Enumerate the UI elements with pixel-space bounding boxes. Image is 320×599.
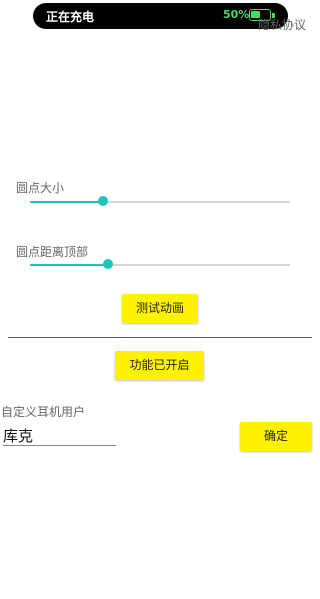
status-bar: 正在充电 50% — [33, 3, 288, 29]
custom-user-input[interactable] — [3, 425, 116, 446]
slider-fill — [30, 201, 103, 203]
charging-status-text: 正在充电 — [46, 10, 95, 24]
dot-size-label: 圆点大小 — [16, 181, 65, 195]
slider-thumb[interactable] — [103, 259, 113, 269]
confirm-button[interactable]: 确定 — [240, 422, 312, 451]
divider — [8, 337, 312, 338]
privacy-link[interactable]: 隐私协议 — [258, 16, 306, 33]
custom-user-label: 自定义耳机用户 — [1, 405, 86, 419]
test-animation-button[interactable]: 测试动画 — [122, 294, 198, 323]
feature-enabled-button[interactable]: 功能已开启 — [115, 351, 204, 380]
slider-fill — [30, 264, 108, 266]
dot-size-slider[interactable] — [30, 195, 290, 209]
dot-distance-slider[interactable] — [30, 258, 290, 272]
slider-thumb[interactable] — [97, 196, 108, 206]
battery-percent: 50% — [223, 8, 250, 21]
